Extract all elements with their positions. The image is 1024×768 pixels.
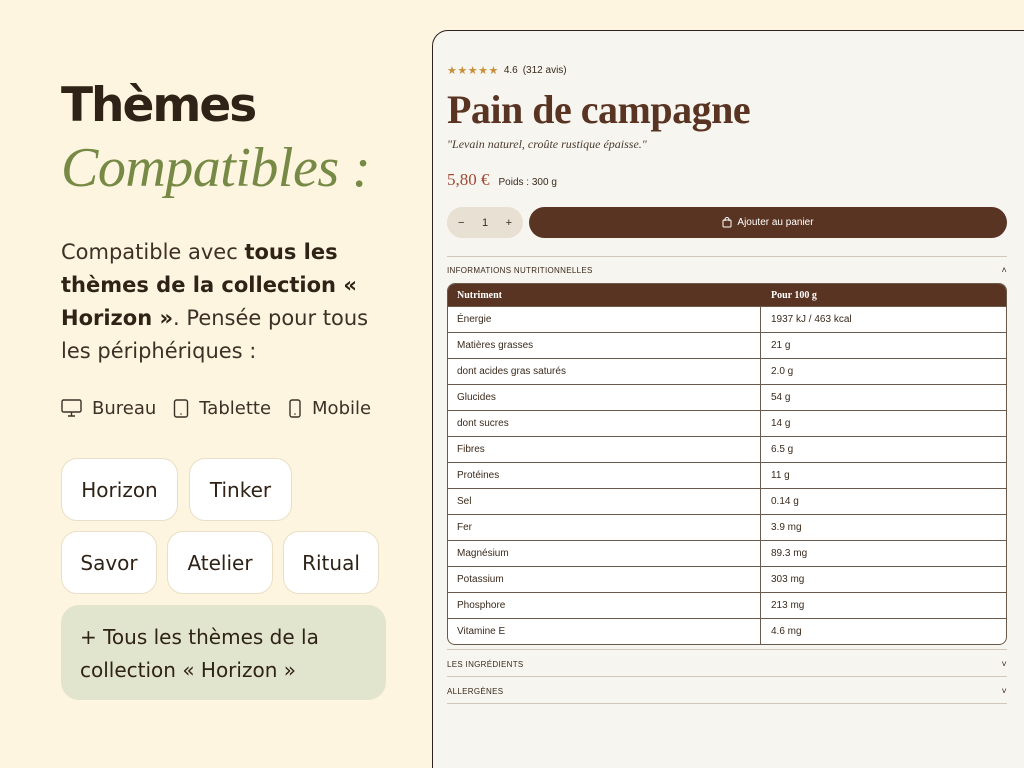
nutrient-name: dont acides gras saturés <box>448 359 761 384</box>
nutrient-name: Énergie <box>448 307 761 332</box>
description-prefix: Compatible avec <box>61 240 245 264</box>
table-row: Protéines 11 g <box>448 462 1006 488</box>
nutrient-name: Glucides <box>448 385 761 410</box>
product-title: Pain de campagne <box>447 87 751 132</box>
theme-pill-horizon[interactable]: Horizon <box>61 458 178 521</box>
shopping-bag-icon <box>722 217 732 228</box>
page-subtitle: Compatibles : <box>61 137 371 199</box>
product-tagline: "Levain naturel, croûte rustique épaisse… <box>447 137 647 151</box>
device-list: Bureau Tablette Mobile <box>61 398 388 419</box>
table-row: Vitamine E 4.6 mg <box>448 618 1006 644</box>
chevron-down-icon: ˅ <box>1001 686 1007 696</box>
divider <box>447 676 1007 677</box>
table-row: Énergie 1937 kJ / 463 kcal <box>448 306 1006 332</box>
table-row: dont acides gras saturés 2.0 g <box>448 358 1006 384</box>
more-themes-card: + Tous les thèmes de la collection « Hor… <box>61 605 386 700</box>
theme-pill-savor[interactable]: Savor <box>61 531 157 594</box>
product-price: 5,80 € <box>447 170 490 189</box>
chevron-down-icon: ˅ <box>1001 659 1007 669</box>
description: Compatible avec tous les thèmes de la co… <box>61 236 391 368</box>
nutrient-value: 0.14 g <box>771 496 799 507</box>
device-mobile: Mobile <box>288 398 371 419</box>
column-header-nutrient: Nutriment <box>457 289 502 301</box>
nutrient-value: 1937 kJ / 463 kcal <box>771 314 852 325</box>
nutrient-value: 303 mg <box>771 574 805 585</box>
table-row: Magnésium 89.3 mg <box>448 540 1006 566</box>
nutrient-value: 21 g <box>771 340 791 351</box>
nutrient-name: Fer <box>448 515 761 540</box>
nutrient-name: Sel <box>448 489 761 514</box>
theme-pill-atelier[interactable]: Atelier <box>167 531 273 594</box>
rating-value: 4.6 <box>503 65 518 76</box>
nutrient-name: Phosphore <box>448 593 761 618</box>
nutrient-name: Potassium <box>448 567 761 592</box>
product-preview: ★★★★★ 4.6 (312 avis) Pain de campagne "L… <box>432 30 1024 768</box>
accordion-label: ALLERGÈNES <box>447 686 504 696</box>
nutrient-name: Vitamine E <box>448 619 761 644</box>
device-label: Mobile <box>312 398 372 419</box>
column-header-per100g: Pour 100 g <box>771 289 817 301</box>
nutrient-value: 3.9 mg <box>771 522 802 533</box>
table-row: Glucides 54 g <box>448 384 1006 410</box>
chevron-up-icon: ˄ <box>1001 265 1007 275</box>
table-row: Potassium 303 mg <box>448 566 1006 592</box>
table-row: Phosphore 213 mg <box>448 592 1006 618</box>
table-row: dont sucres 14 g <box>448 410 1006 436</box>
nutrient-name: Fibres <box>448 437 761 462</box>
add-to-cart-label: Ajouter au panier <box>737 217 814 228</box>
device-label: Bureau <box>92 398 157 419</box>
nutrient-name: Matières grasses <box>448 333 761 358</box>
product-weight: Poids : 300 g <box>498 177 557 188</box>
nutrient-value: 213 mg <box>771 600 805 611</box>
desktop-icon <box>61 399 82 417</box>
divider <box>447 649 1007 650</box>
theme-pill-ritual[interactable]: Ritual <box>283 531 379 594</box>
add-to-cart-button[interactable]: Ajouter au panier <box>529 207 1007 238</box>
table-header: Nutriment Pour 100 g <box>448 284 1006 306</box>
table-row: Sel 0.14 g <box>448 488 1006 514</box>
page-title: Thèmes <box>61 78 257 133</box>
nutrient-name: dont sucres <box>448 411 761 436</box>
nutrient-name: Magnésium <box>448 541 761 566</box>
qty-decrease-button[interactable]: − <box>458 217 464 229</box>
star-rating-icon: ★★★★★ <box>447 65 499 77</box>
price-row: 5,80 € Poids : 300 g <box>447 170 557 190</box>
accordion-allergens-header[interactable]: ALLERGÈNES ˅ <box>447 686 1007 696</box>
table-body: Énergie 1937 kJ / 463 kcal Matières grasse… <box>448 306 1006 644</box>
table-row: Matières grasses 21 g <box>448 332 1006 358</box>
mobile-icon <box>289 399 301 418</box>
nutrient-value: 11 g <box>771 470 790 481</box>
rating-count: (312 avis) <box>522 65 567 76</box>
table-row: Fer 3.9 mg <box>448 514 1006 540</box>
nutrient-value: 2.0 g <box>771 366 794 377</box>
table-row: Fibres 6.5 g <box>448 436 1006 462</box>
accordion-label: LES INGRÉDIENTS <box>447 659 524 669</box>
nutrient-value: 4.6 mg <box>771 626 802 637</box>
qty-increase-button[interactable]: + <box>506 217 512 229</box>
quantity-stepper: − 1 + <box>447 207 523 238</box>
divider <box>447 703 1007 704</box>
nutrition-table: Nutriment Pour 100 g Énergie 1937 kJ / 46… <box>447 283 1007 645</box>
device-label: Tablette <box>199 398 272 419</box>
rating: ★★★★★ 4.6 (312 avis) <box>447 64 567 77</box>
device-tablet: Tablette <box>173 398 271 419</box>
nutrient-value: 6.5 g <box>771 444 794 455</box>
nutrient-value: 54 g <box>771 392 791 403</box>
accordion-ingredients-header[interactable]: LES INGRÉDIENTS ˅ <box>447 659 1007 669</box>
tablet-icon <box>174 399 189 418</box>
qty-value[interactable]: 1 <box>482 217 488 229</box>
nutrient-value: 89.3 mg <box>771 548 808 559</box>
accordion-label: INFORMATIONS NUTRITIONNELLES <box>447 265 593 275</box>
divider <box>447 256 1007 257</box>
device-desktop: Bureau <box>61 398 156 419</box>
nutrient-name: Protéines <box>448 463 761 488</box>
accordion-nutrition-header[interactable]: INFORMATIONS NUTRITIONNELLES ˄ <box>447 265 1007 275</box>
nutrient-value: 14 g <box>771 418 791 429</box>
theme-pill-tinker[interactable]: Tinker <box>189 458 292 521</box>
